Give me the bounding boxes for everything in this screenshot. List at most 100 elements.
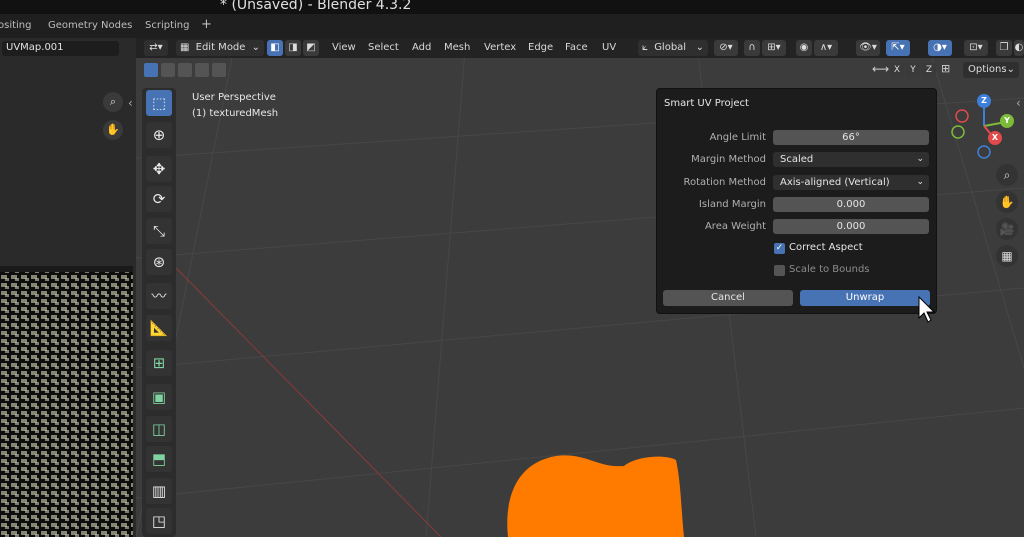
mirror-icon[interactable]: ⟷ xyxy=(872,62,889,76)
gizmo-y-axis[interactable]: Y xyxy=(1000,114,1014,128)
transform-tool-icon[interactable]: ⊛ xyxy=(146,249,172,275)
snap-target-icon[interactable]: ⊞▾ xyxy=(762,40,786,56)
gizmo-toggle-icon[interactable]: ⇱▾ xyxy=(886,40,910,56)
camera-view-icon[interactable]: 🎥 xyxy=(996,218,1018,240)
gizmo-z-axis[interactable]: Z xyxy=(977,94,991,108)
rotation-method-select[interactable]: Axis-aligned (Vertical) ⌄ xyxy=(773,175,929,190)
menu-uv[interactable]: UV xyxy=(602,42,616,53)
chevron-down-icon: ⌄ xyxy=(916,154,924,164)
face-select-icon[interactable]: ◩ xyxy=(303,40,319,56)
mode-label: Edit Mode xyxy=(195,42,246,53)
overlay-toggle-icon[interactable]: ◑▾ xyxy=(928,40,952,56)
scale-tool-icon[interactable]: ⤡ xyxy=(146,218,172,244)
scale-to-bounds-checkbox[interactable] xyxy=(774,265,785,276)
orange-mesh xyxy=(507,455,684,537)
angle-limit-label: Angle Limit xyxy=(709,132,766,143)
orientation-label: Global xyxy=(654,42,687,53)
tab-geometry-nodes[interactable]: Geometry Nodes xyxy=(48,20,132,31)
dialog-title: Smart UV Project xyxy=(664,98,749,109)
hand-pan-icon[interactable]: ✋ xyxy=(103,120,123,140)
cancel-button[interactable]: Cancel xyxy=(663,290,793,306)
margin-method-value: Scaled xyxy=(780,154,814,165)
object-name-label: (1) texturedMesh xyxy=(192,108,279,119)
unwrap-button[interactable]: Unwrap xyxy=(800,290,930,306)
rotation-method-label: Rotation Method xyxy=(683,177,766,188)
edge-select-icon[interactable]: ◨ xyxy=(285,40,301,56)
menu-select[interactable]: Select xyxy=(368,42,399,53)
gizmo-x-axis[interactable]: X xyxy=(988,131,1002,145)
scale-to-bounds-label: Scale to Bounds xyxy=(789,264,870,275)
chevron-down-icon: ⌄ xyxy=(916,177,924,187)
annotate-tool-icon[interactable]: 〰 xyxy=(146,283,172,309)
mode-selector[interactable]: ▦ Edit Mode ⌄ xyxy=(176,40,264,56)
hand-pan-icon[interactable]: ✋ xyxy=(996,191,1018,213)
shading-solid-icon[interactable]: ◐ xyxy=(1014,40,1024,56)
mirror-y-toggle[interactable]: Y xyxy=(906,63,920,77)
select-mode-extend-icon[interactable] xyxy=(161,63,175,77)
select-mode-intersect-icon[interactable] xyxy=(212,63,226,77)
mirror-x-toggle[interactable]: X xyxy=(890,63,904,77)
workspace-tabs: ositing Geometry Nodes Scripting + xyxy=(0,14,1024,38)
mesh-edit-overlay-icon[interactable]: ⊡▾ xyxy=(964,40,988,56)
select-mode-subtract-icon[interactable] xyxy=(178,63,192,77)
rotation-method-value: Axis-aligned (Vertical) xyxy=(780,177,890,188)
uv-islands-pattern xyxy=(0,266,133,537)
margin-method-select[interactable]: Scaled ⌄ xyxy=(773,152,929,167)
knife-tool-icon[interactable]: ◳ xyxy=(146,508,172,534)
zoom-icon[interactable]: ⌕ xyxy=(996,164,1018,186)
perspective-toggle-icon[interactable]: ▦ xyxy=(996,245,1018,267)
island-margin-label: Island Margin xyxy=(698,199,766,210)
topology-mirror-icon[interactable]: ⊞ xyxy=(941,62,950,75)
menu-add[interactable]: Add xyxy=(412,42,431,53)
cursor-tool-icon[interactable]: ⊕ xyxy=(146,122,172,148)
menu-view[interactable]: View xyxy=(332,42,356,53)
menu-mesh[interactable]: Mesh xyxy=(444,42,470,53)
select-box-tool-icon[interactable]: ⬚ xyxy=(146,90,172,116)
collapse-arrow-icon[interactable]: ‹ xyxy=(128,96,133,110)
move-tool-icon[interactable]: ✥ xyxy=(146,156,172,182)
angle-limit-field[interactable]: 66° xyxy=(773,130,929,145)
falloff-icon[interactable]: ∧▾ xyxy=(814,40,838,56)
inset-tool-icon[interactable]: ◫ xyxy=(146,416,172,442)
uv-map-name: UVMap.001 xyxy=(6,42,64,53)
vertex-select-icon[interactable]: ◧ xyxy=(267,40,283,56)
window-title: * (Unsaved) - Blender 4.3.2 xyxy=(220,0,412,13)
mirror-z-toggle[interactable]: Z xyxy=(922,63,936,77)
select-mode-invert-icon[interactable] xyxy=(195,63,209,77)
margin-method-label: Margin Method xyxy=(691,154,766,165)
rotate-tool-icon[interactable]: ⟳ xyxy=(146,186,172,212)
island-margin-field[interactable]: 0.000 xyxy=(773,197,929,212)
uv-map-field[interactable]: UVMap.001 xyxy=(2,41,119,56)
extrude-tool-icon[interactable]: ▣ xyxy=(146,384,172,410)
correct-aspect-checkbox[interactable]: ✓ xyxy=(774,243,785,254)
area-weight-field[interactable]: 0.000 xyxy=(773,219,929,234)
chevron-down-icon: ⌄ xyxy=(251,42,260,53)
proportional-edit-icon[interactable]: ◉ xyxy=(796,40,812,56)
menu-face[interactable]: Face xyxy=(565,42,588,53)
add-workspace-button[interactable]: + xyxy=(201,17,212,32)
measure-tool-icon[interactable]: 📐 xyxy=(146,315,172,341)
options-dropdown[interactable]: Options ⌄ xyxy=(963,62,1019,78)
menu-edge[interactable]: Edge xyxy=(528,42,553,53)
zoom-icon[interactable]: ⌕ xyxy=(103,92,123,112)
title-bar: * (Unsaved) - Blender 4.3.2 xyxy=(0,0,1024,14)
add-cube-tool-icon[interactable]: ⊞ xyxy=(146,350,172,376)
snap-icon[interactable]: ∩ xyxy=(744,40,760,56)
perspective-label: User Perspective xyxy=(192,92,276,103)
editor-type-button[interactable]: ⇄▾ xyxy=(144,40,168,56)
tool-shelf: ⬚ ⊕ ✥ ⟳ ⤡ ⊛ 〰 📐 ⊞ ▣ ◫ ⬒ ▥ ◳ xyxy=(142,88,176,537)
pivot-point-icon[interactable]: ⊘▾ xyxy=(714,40,738,56)
smart-uv-project-dialog: Smart UV Project Angle Limit 66° Margin … xyxy=(656,88,937,314)
tab-compositing[interactable]: ositing xyxy=(0,20,32,31)
menu-vertex[interactable]: Vertex xyxy=(484,42,516,53)
collapse-arrow-icon[interactable]: ‹ xyxy=(1016,96,1021,110)
xray-icon[interactable]: ❐ xyxy=(996,40,1012,56)
orientation-selector[interactable]: ⟀ Global ⌄ xyxy=(638,40,708,56)
bevel-tool-icon[interactable]: ⬒ xyxy=(146,446,172,472)
select-mode-new-icon[interactable] xyxy=(144,63,158,77)
uv-islands-image xyxy=(0,266,133,537)
loop-cut-tool-icon[interactable]: ▥ xyxy=(146,478,172,504)
visibility-icon[interactable]: 👁▾ xyxy=(856,40,880,56)
orientation-icon: ⟀ xyxy=(642,42,648,53)
tab-scripting[interactable]: Scripting xyxy=(145,20,189,31)
